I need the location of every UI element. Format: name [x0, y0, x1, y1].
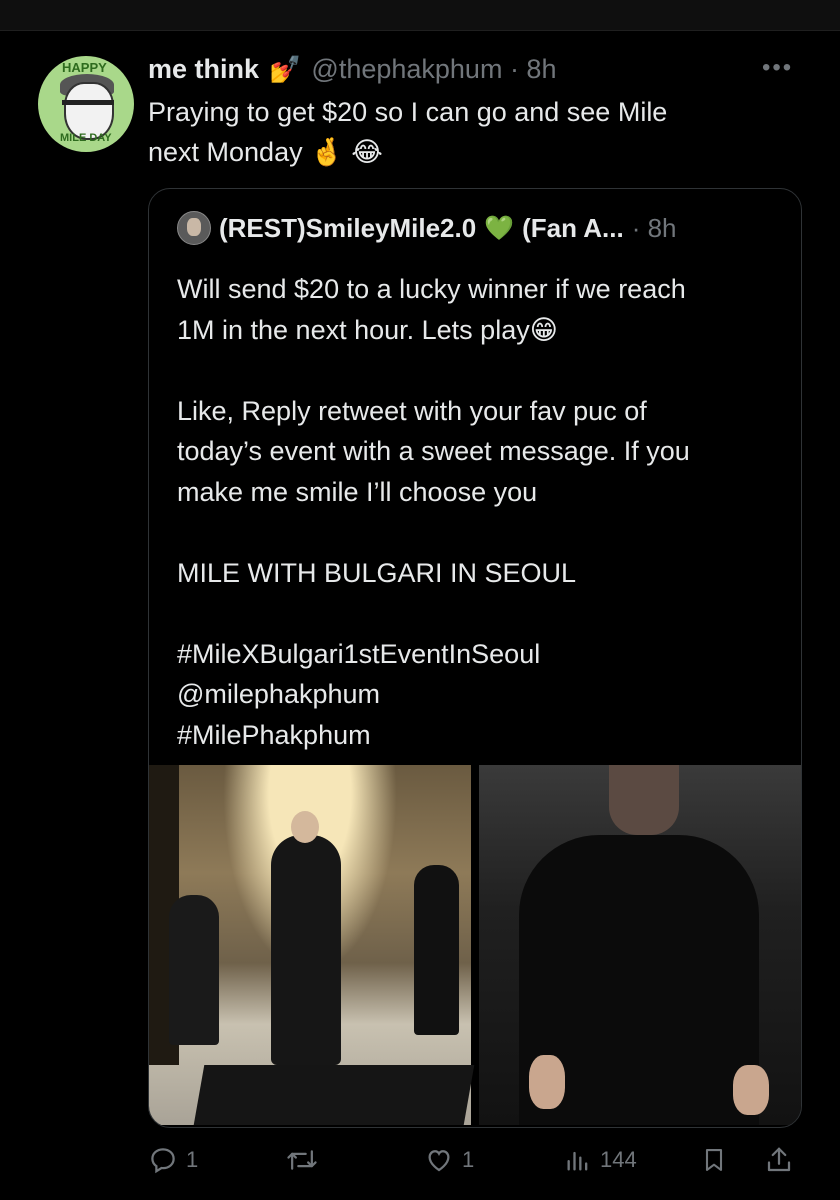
- quoted-text-line: Will send $20 to a lucky winner if we re…: [177, 274, 686, 304]
- tweet-header: me think 💅 @thephakphum · 8h: [148, 52, 556, 86]
- quoted-tweet-header: (REST)SmileyMile2.0 💚 (Fan A... · 8h: [177, 211, 677, 245]
- views-button[interactable]: 144: [564, 1140, 637, 1180]
- reply-count: 1: [186, 1147, 199, 1172]
- quoted-text-line: [177, 512, 787, 553]
- photo-head: [609, 765, 679, 835]
- media-grid: [149, 765, 801, 1125]
- quoted-tweet-text: Will send $20 to a lucky winner if we re…: [177, 269, 787, 755]
- like-count: 1: [462, 1147, 475, 1172]
- quoted-text-line: Like, Reply retweet with your fav puc of: [177, 395, 647, 426]
- quoted-text-line: 1M in the next hour. Lets play😁: [177, 314, 558, 345]
- tweet-text-line: Praying to get $20 so I can go and see M…: [148, 97, 668, 127]
- quoted-text-line: today’s event with a sweet message. If y…: [177, 436, 690, 466]
- action-bar: 1 1 144: [0, 1140, 840, 1180]
- quoted-author-name-suffix: (Fan A...: [522, 212, 624, 243]
- hashtag-link[interactable]: #MilePhakphum: [177, 715, 787, 756]
- hashtag-link[interactable]: #MileXBulgari1stEventInSeoul: [177, 634, 787, 675]
- photo-hand-right: [733, 1065, 769, 1115]
- quoted-text-line: [177, 350, 787, 391]
- author-avatar[interactable]: HAPPY MILE DAY: [38, 56, 134, 152]
- reply-icon: [151, 1148, 175, 1174]
- author-emoji: 💅: [269, 53, 302, 84]
- mention-link[interactable]: @milephakphum: [177, 674, 787, 715]
- photo-person-right: [414, 865, 459, 1035]
- photo-hand-left: [529, 1055, 565, 1109]
- retweet-icon: [287, 1150, 317, 1170]
- green-heart-emoji: 💚: [484, 214, 515, 242]
- tweet-text-line: next Monday 🤞 😂: [148, 137, 383, 167]
- share-button[interactable]: [764, 1140, 794, 1180]
- photo-carpet: [193, 1065, 475, 1125]
- quoted-tweet[interactable]: (REST)SmileyMile2.0 💚 (Fan A... · 8h Wil…: [148, 188, 802, 1128]
- views-chart-icon: [567, 1151, 588, 1171]
- quoted-text-line: make me smile I’ll choose you: [177, 476, 538, 507]
- avatar-text-top: HAPPY: [62, 60, 107, 75]
- quoted-author-name: (REST)SmileyMile2.0: [219, 212, 477, 243]
- avatar-text-bottom: MILE DAY: [60, 132, 112, 144]
- tweet-text: Praying to get $20 so I can go and see M…: [148, 92, 788, 172]
- heart-icon: [428, 1150, 450, 1172]
- retweet-button[interactable]: [286, 1140, 326, 1180]
- media-photo-closeup[interactable]: [479, 765, 801, 1125]
- quoted-author-avatar: [177, 211, 211, 245]
- share-icon: [767, 1147, 791, 1172]
- author-handle-time[interactable]: @thephakphum · 8h: [311, 54, 556, 85]
- views-count: 144: [600, 1147, 637, 1172]
- top-bar: [0, 0, 840, 31]
- like-button[interactable]: 1: [424, 1140, 474, 1180]
- media-photo-lobby[interactable]: [149, 765, 475, 1125]
- bookmark-icon: [705, 1149, 723, 1171]
- quoted-text-line: MILE WITH BULGARI IN SEOUL: [177, 557, 577, 588]
- bookmark-button[interactable]: [700, 1140, 728, 1180]
- more-options-icon[interactable]: •••: [762, 54, 793, 82]
- photo-person-left: [169, 895, 219, 1045]
- author-name[interactable]: me think: [148, 54, 259, 85]
- quoted-text-line: [177, 593, 787, 634]
- photo-person-center: [271, 811, 341, 1065]
- avatar-glasses: [62, 100, 114, 117]
- reply-button[interactable]: 1: [148, 1140, 198, 1180]
- quoted-tweet-time: · 8h: [631, 212, 677, 243]
